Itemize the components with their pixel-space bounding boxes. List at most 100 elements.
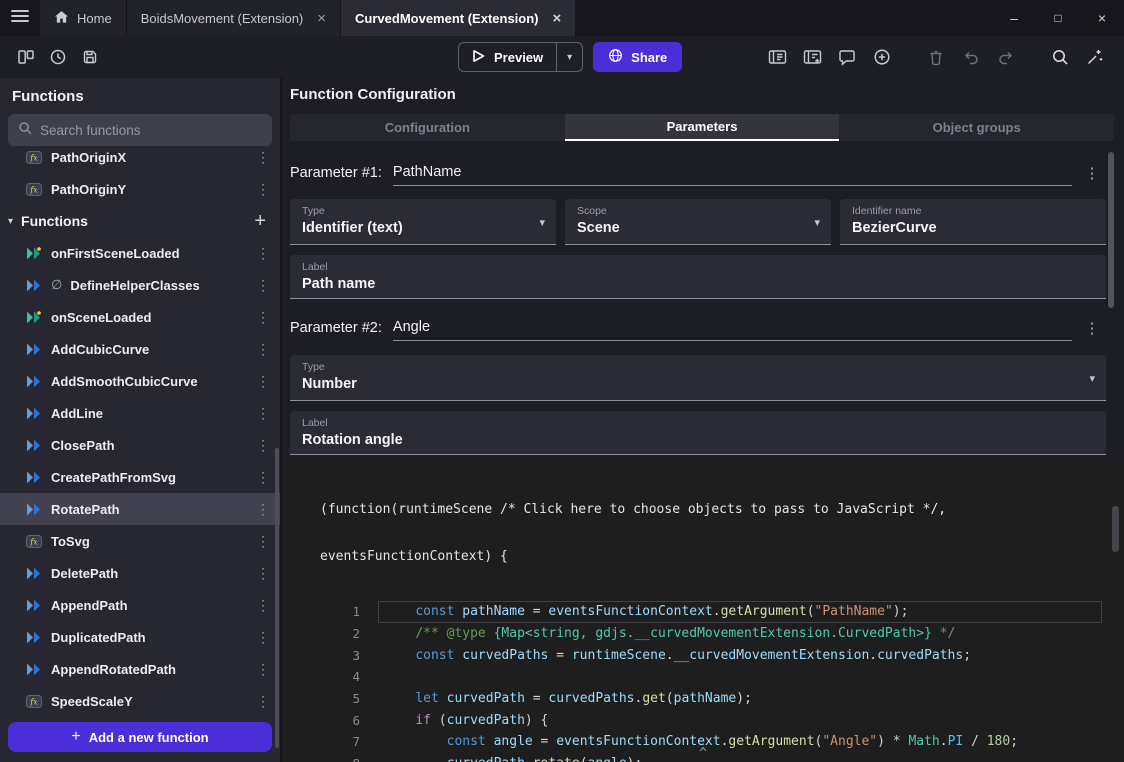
kebab-menu-icon[interactable]: ⋮ — [256, 437, 270, 454]
magic-wand-icon[interactable] — [1084, 41, 1106, 73]
label-input[interactable]: Label Rotation angle — [290, 411, 1106, 455]
window-minimize-button[interactable]: – — [992, 0, 1036, 36]
chevron-down-icon[interactable]: ▾ — [539, 216, 545, 229]
lifecycle-function-icon — [26, 311, 43, 324]
kebab-menu-icon[interactable]: ⋮ — [256, 693, 270, 710]
kebab-menu-icon[interactable]: ⋮ — [256, 597, 270, 614]
function-name: AppendPath — [51, 598, 248, 613]
label-input[interactable]: Label Path name — [290, 255, 1106, 299]
action-function-icon — [26, 439, 43, 452]
sidebar-item-addline[interactable]: AddLine⋮ — [0, 397, 280, 429]
sidebar-item-onfirstsceneloaded[interactable]: onFirstSceneLoaded⋮ — [0, 237, 280, 269]
add-function-plus-icon[interactable]: + — [254, 211, 266, 231]
chevron-down-icon[interactable]: ▾ — [814, 216, 820, 229]
tab-configuration[interactable]: Configuration — [290, 114, 565, 141]
kebab-menu-icon[interactable]: ⋮ — [256, 309, 270, 326]
sidebar-item-onsceneloaded[interactable]: onSceneLoaded⋮ — [0, 301, 280, 333]
redo-icon[interactable] — [995, 41, 1017, 73]
preview-button-main[interactable]: Preview — [459, 43, 556, 71]
main-menu-button[interactable] — [0, 0, 40, 36]
comment-icon[interactable] — [836, 41, 858, 73]
tab-object-groups[interactable]: Object groups — [839, 114, 1114, 141]
type-select[interactable]: Type Identifier (text) ▾ — [290, 199, 556, 245]
wrapper-line[interactable]: (function(runtimeScene /* Click here to … — [320, 502, 1124, 518]
type-select[interactable]: Type Number ▾ — [290, 355, 1106, 401]
sidebar-item-deletepath[interactable]: DeletePath⋮ — [0, 557, 280, 589]
sidebar-item-rotatepath[interactable]: RotatePath⋮ — [0, 493, 280, 525]
parameters-scrollbar[interactable] — [1108, 152, 1114, 308]
parameter-2-name-input[interactable]: Angle — [393, 319, 1072, 341]
code-line[interactable]: 5 let curvedPath = curvedPaths.get(pathN… — [320, 688, 1124, 710]
code-text: if (curvedPath) { — [384, 713, 548, 728]
kebab-menu-icon[interactable]: ⋮ — [256, 565, 270, 582]
kebab-menu-icon[interactable]: ⋮ — [256, 469, 270, 486]
chevron-down-icon[interactable]: ▾ — [557, 43, 582, 71]
sidebar-item-duplicatedpath[interactable]: DuplicatedPath⋮ — [0, 621, 280, 653]
kebab-menu-icon[interactable]: ⋮ — [1082, 164, 1102, 182]
add-circle-icon[interactable] — [871, 41, 893, 73]
sidebar-item-closepath[interactable]: ClosePath⋮ — [0, 429, 280, 461]
kebab-menu-icon[interactable]: ⋮ — [256, 629, 270, 646]
sidebar-item-tosvg[interactable]: fxToSvg⋮ — [0, 525, 280, 557]
events-sheet-icon[interactable] — [766, 41, 788, 73]
parameter-2-prefix: Parameter #2: — [290, 320, 386, 341]
sidebar-item-createpathfromsvg[interactable]: CreatePathFromSvg⋮ — [0, 461, 280, 493]
kebab-menu-icon[interactable]: ⋮ — [256, 181, 270, 198]
history-icon[interactable] — [42, 41, 74, 73]
action-function-icon — [26, 343, 43, 356]
window-maximize-button[interactable]: □ — [1036, 0, 1080, 36]
tab-parameters[interactable]: Parameters — [565, 114, 840, 141]
functions-section-header[interactable]: ▾Functions+ — [0, 205, 280, 237]
sidebar-item-addsmoothcubiccurve[interactable]: AddSmoothCubicCurve⋮ — [0, 365, 280, 397]
sidebar-scrollbar[interactable] — [275, 448, 279, 748]
scope-select[interactable]: Scope Scene ▾ — [565, 199, 831, 245]
undo-icon[interactable] — [960, 41, 982, 73]
sidebar-item-addcubiccurve[interactable]: AddCubicCurve⋮ — [0, 333, 280, 365]
kebab-menu-icon[interactable]: ⋮ — [1082, 319, 1102, 337]
tab-boidsmovement[interactable]: BoidsMovement (Extension) × — [127, 0, 341, 36]
sidebar-item-appendrotatedpath[interactable]: AppendRotatedPath⋮ — [0, 653, 280, 685]
collapse-editor-icon[interactable]: ^ — [282, 746, 1124, 761]
window-close-button[interactable]: × — [1080, 0, 1124, 36]
kebab-menu-icon[interactable]: ⋮ — [256, 405, 270, 422]
panels-icon[interactable] — [10, 41, 42, 73]
code-line[interactable]: 4 — [320, 666, 1124, 688]
kebab-menu-icon[interactable]: ⋮ — [256, 341, 270, 358]
close-tab-icon[interactable]: × — [317, 11, 326, 26]
kebab-menu-icon[interactable]: ⋮ — [256, 373, 270, 390]
preview-button[interactable]: Preview ▾ — [458, 42, 583, 72]
kebab-menu-icon[interactable]: ⋮ — [256, 501, 270, 518]
code-line[interactable]: 3 const curvedPaths = runtimeScene.__cur… — [320, 644, 1124, 666]
chevron-down-icon[interactable]: ▾ — [1089, 372, 1095, 385]
kebab-menu-icon[interactable]: ⋮ — [256, 149, 270, 166]
parameter-1-name-input[interactable]: PathName — [393, 164, 1072, 186]
lifecycle-function-icon — [26, 247, 43, 260]
close-tab-icon[interactable]: × — [553, 11, 562, 26]
sidebar-item-definehelperclasses[interactable]: ∅DefineHelperClasses⋮ — [0, 269, 280, 301]
sidebar-item-appendpath[interactable]: AppendPath ⋮ — [0, 589, 280, 621]
code-line[interactable]: 6 if (curvedPath) { — [320, 709, 1124, 731]
panel-title: Function Configuration — [282, 78, 1124, 103]
kebab-menu-icon[interactable]: ⋮ — [256, 277, 270, 294]
kebab-menu-icon[interactable]: ⋮ — [256, 245, 270, 262]
code-line[interactable]: 1 const pathName = eventsFunctionContext… — [320, 601, 1124, 623]
kebab-menu-icon[interactable]: ⋮ — [256, 533, 270, 550]
search-input[interactable] — [40, 123, 262, 138]
tab-home[interactable]: Home — [40, 0, 127, 36]
editor-scrollbar[interactable] — [1112, 506, 1119, 552]
sidebar-item-pathoriginx[interactable]: fxPathOriginX⋮ — [0, 141, 280, 173]
save-icon[interactable] — [74, 41, 106, 73]
sidebar-item-speedscaley[interactable]: fxSpeedScaleY⋮ — [0, 685, 280, 717]
identifier-name-input[interactable]: Identifier name BezierCurve — [840, 199, 1106, 245]
javascript-code-editor[interactable]: (function(runtimeScene /* Click here to … — [282, 462, 1124, 762]
trash-icon[interactable] — [925, 41, 947, 73]
sidebar-item-pathoriginy[interactable]: fxPathOriginY⋮ — [0, 173, 280, 205]
svg-text:fx: fx — [29, 153, 38, 162]
kebab-menu-icon[interactable]: ⋮ — [256, 661, 270, 678]
code-line[interactable]: 2 /** @type {Map<string, gdjs.__curvedMo… — [320, 623, 1124, 645]
add-new-function-button[interactable]: + Add a new function — [8, 722, 272, 752]
search-icon[interactable] — [1049, 41, 1071, 73]
share-button[interactable]: Share — [593, 42, 682, 72]
events-sheet-add-icon[interactable] — [801, 41, 823, 73]
tab-curvedmovement[interactable]: CurvedMovement (Extension) × — [341, 0, 576, 36]
